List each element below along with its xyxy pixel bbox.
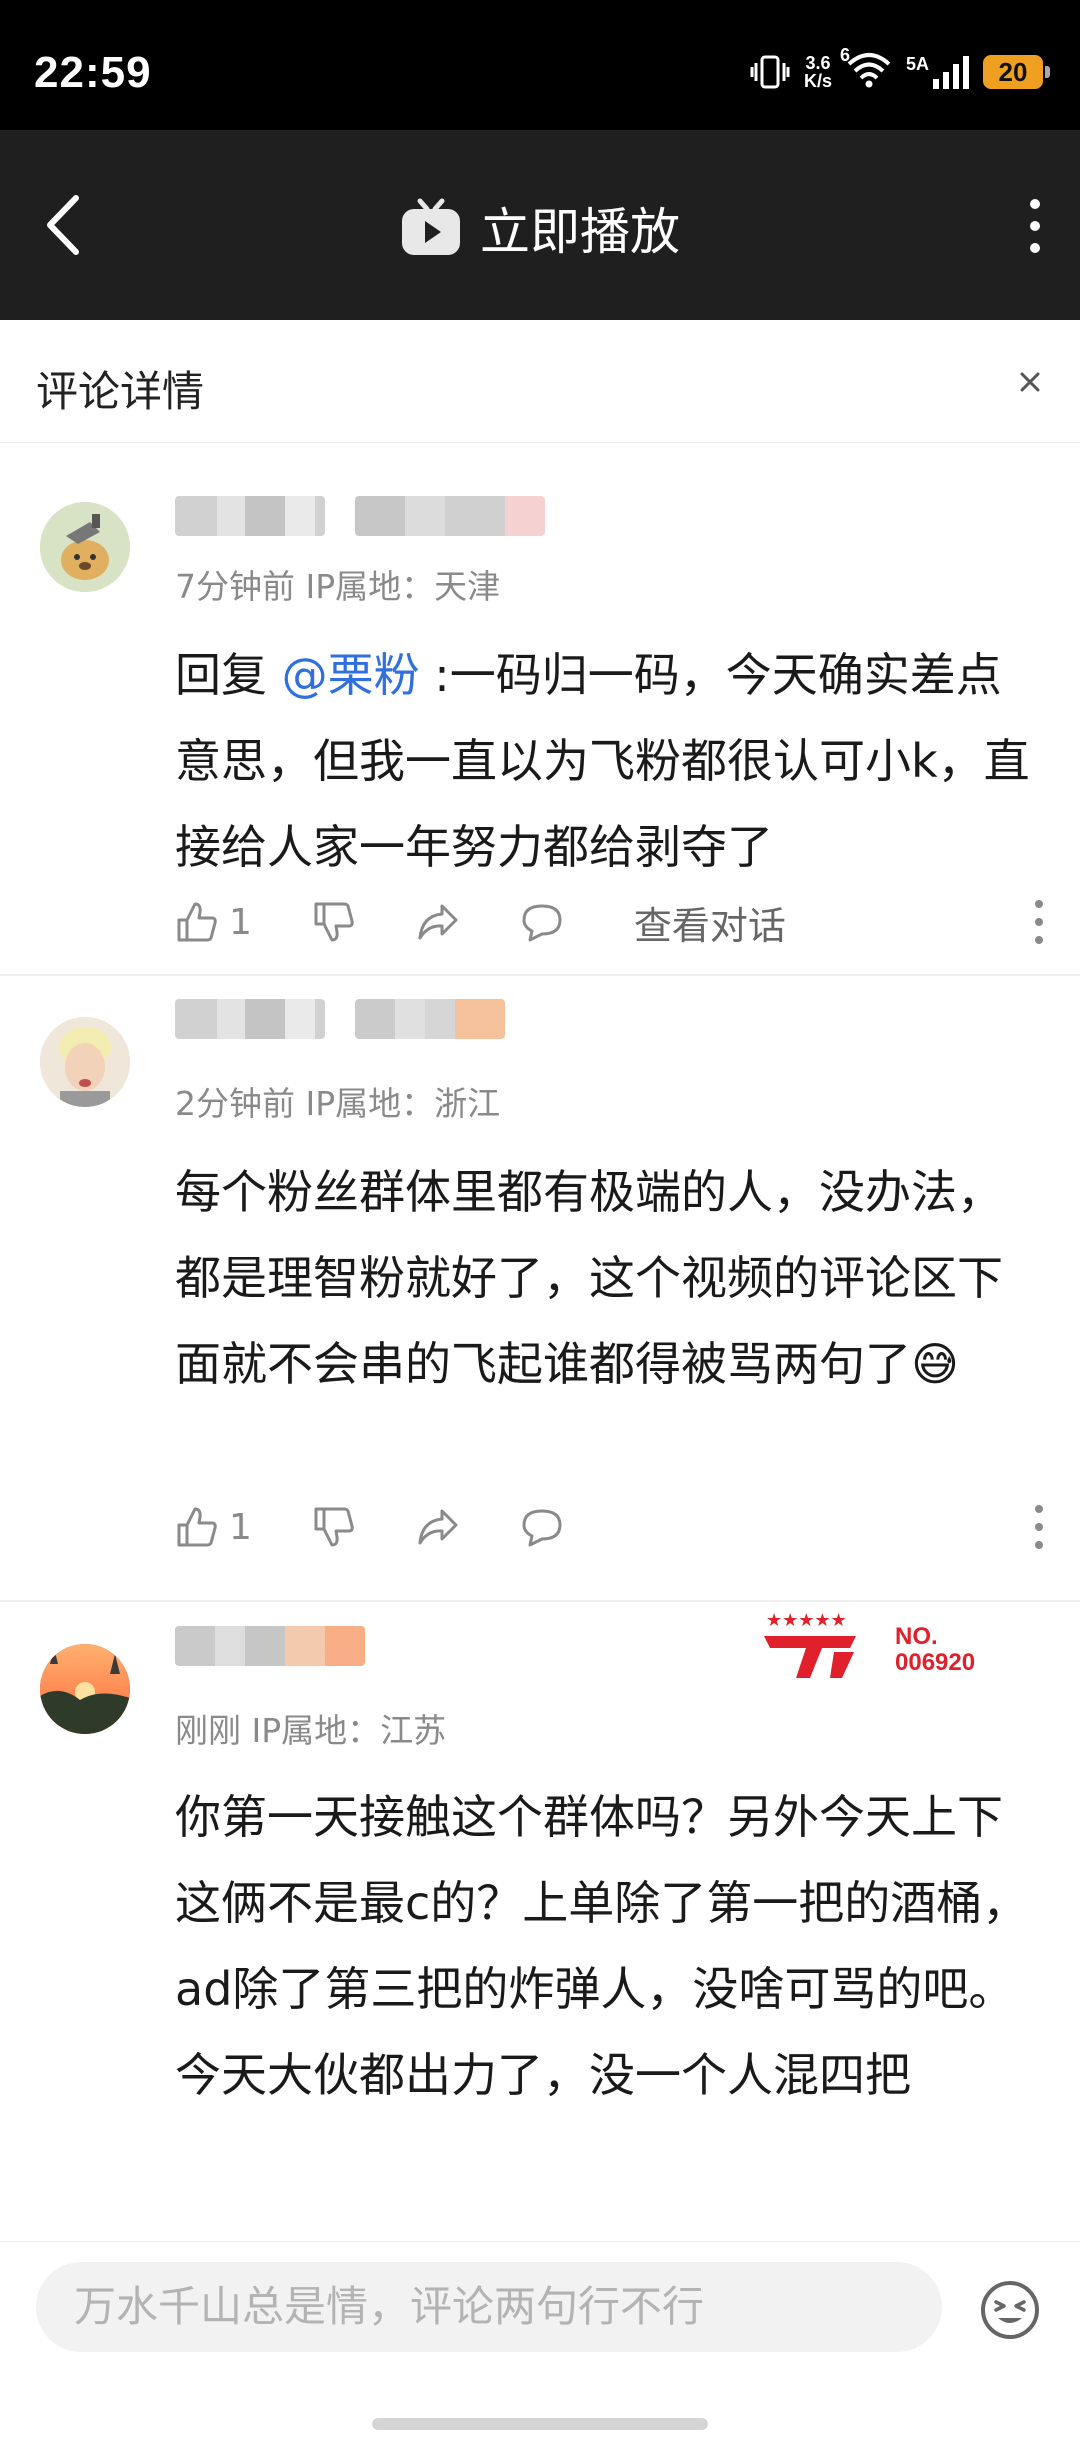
reply-button[interactable] <box>520 1505 564 1549</box>
comment-bubble-icon <box>522 1509 562 1547</box>
avatar[interactable] <box>40 1644 130 1734</box>
like-count: 1 <box>229 1506 252 1548</box>
status-icons: 3.6 K/s 6 5A 20 <box>750 46 1050 92</box>
laughing-emoji: 😅 <box>911 1337 959 1391</box>
like-count: 1 <box>229 901 252 943</box>
comment-text: 你第一天接触这个群体吗？另外今天上下这俩不是最c的？上单除了第一把的酒桶，ad除… <box>175 1790 1029 2102</box>
divider <box>0 1600 1080 1602</box>
thumbs-down-icon <box>314 902 354 942</box>
signal-label: 5A <box>905 54 929 74</box>
divider <box>0 974 1080 976</box>
bottom-comment-bar: 万水千山总是情，评论两句行不行 <box>0 2241 1080 2450</box>
reply-prefix: 回复 <box>175 648 282 702</box>
thumbs-up-icon <box>177 1507 217 1547</box>
username-redacted-2 <box>355 999 505 1039</box>
share-icon <box>418 1509 458 1545</box>
t1-fan-badge[interactable]: ★★★★★ NO. 006920 <box>760 1604 1010 1684</box>
comment-meta: 7分钟前 IP属地：天津 <box>175 567 501 606</box>
share-button[interactable] <box>416 1505 460 1549</box>
t1-badge-logo: ★★★★★ NO. 006920 <box>764 1610 975 1678</box>
panel-header: 评论详情 <box>0 322 1080 443</box>
thumbs-up-icon <box>177 902 217 942</box>
username-redacted[interactable] <box>175 496 325 536</box>
username-redacted-2 <box>355 496 545 536</box>
like-button[interactable]: 1 <box>175 1505 252 1549</box>
status-bar: 22:59 3.6 K/s 6 5A 20 <box>0 0 1080 130</box>
comment-actions: 1 查看对话 <box>175 892 1045 952</box>
wifi-label: 6 <box>839 45 850 65</box>
home-indicator[interactable] <box>372 2418 708 2430</box>
more-vertical-icon <box>1030 199 1040 253</box>
comment-item: 刚刚 IP属地：江苏 ★★★★★ NO. 006920 你第一天接触这个群体吗？… <box>0 1604 1080 2244</box>
top-bar-title: 立即播放 <box>480 203 680 261</box>
comment-text: 每个粉丝群体里都有极端的人，没办法，都是理智粉就好了，这个视频的评论区下面就不会… <box>175 1149 1045 1407</box>
close-button[interactable] <box>1010 362 1050 402</box>
wifi-icon <box>847 53 891 88</box>
status-time: 22:59 <box>34 48 152 97</box>
net-speed-unit: K/s <box>803 71 832 91</box>
dislike-button[interactable] <box>312 1505 356 1549</box>
avatar-dog-icon <box>40 502 130 592</box>
battery-indicator: 20 <box>983 55 1050 89</box>
username-redacted[interactable] <box>175 999 325 1039</box>
more-menu-button[interactable] <box>1020 196 1050 256</box>
comment-item: 2分钟前 IP属地：浙江 每个粉丝群体里都有极端的人，没办法，都是理智粉就好了，… <box>0 977 1080 1607</box>
play-now-button[interactable]: 立即播放 <box>0 192 1080 264</box>
badge-text: NO. <box>895 1623 938 1650</box>
comment-more-icon[interactable] <box>1033 1503 1045 1551</box>
comment-input[interactable]: 万水千山总是情，评论两句行不行 <box>36 2262 942 2352</box>
comment-body: 每个粉丝群体里都有极端的人，没办法，都是理智粉就好了，这个视频的评论区下面就不会… <box>175 1165 1003 1391</box>
reply-button[interactable] <box>520 900 564 944</box>
like-button[interactable]: 1 <box>175 900 252 944</box>
battery-level: 20 <box>983 55 1043 89</box>
comment-actions: 1 <box>175 1497 1045 1557</box>
close-icon <box>1020 372 1040 392</box>
emoji-icon <box>981 2281 1039 2339</box>
avatar-person-icon <box>40 1017 130 1107</box>
play-tv-icon <box>402 198 460 255</box>
net-speed: 3.6 K/s <box>804 54 832 90</box>
badge-number: 006920 <box>895 1649 975 1676</box>
top-bar: 立即播放 <box>0 130 1080 320</box>
wifi-indicator: 6 <box>840 46 892 92</box>
username-redacted[interactable] <box>175 1626 365 1666</box>
emoji-button[interactable] <box>978 2278 1042 2342</box>
share-button[interactable] <box>416 900 460 944</box>
comment-more-icon[interactable] <box>1033 898 1045 946</box>
dislike-button[interactable] <box>312 900 356 944</box>
signal-icon <box>933 56 969 89</box>
avatar-sunset-icon <box>40 1644 130 1734</box>
signal-indicator: 5A <box>906 55 969 89</box>
comment-bubble-icon <box>522 904 562 942</box>
view-conversation-link[interactable]: 查看对话 <box>634 895 786 950</box>
avatar[interactable] <box>40 502 130 592</box>
net-speed-value: 3.6 <box>805 53 831 73</box>
battery-tip <box>1045 66 1050 78</box>
avatar[interactable] <box>40 1017 130 1107</box>
mention-link[interactable]: @栗粉 <box>282 648 420 702</box>
vibrate-icon <box>750 55 790 89</box>
thumbs-down-icon <box>314 1507 354 1547</box>
share-icon <box>418 904 458 940</box>
comment-text: 回复 @栗粉 :一码归一码，今天确实差点意思，但我一直以为飞粉都很认可小k，直接… <box>175 632 1045 890</box>
panel-title: 评论详情 <box>36 367 205 416</box>
comment-meta: 刚刚 IP属地：江苏 <box>175 1711 447 1750</box>
comment-meta: 2分钟前 IP属地：浙江 <box>175 1084 501 1123</box>
comment-detail-panel: 评论详情 7分钟前 IP属地：天津 回复 @栗粉 :一码归一码，今天确实差点意思… <box>0 322 1080 2449</box>
badge-stars: ★★★★★ <box>766 1610 847 1631</box>
